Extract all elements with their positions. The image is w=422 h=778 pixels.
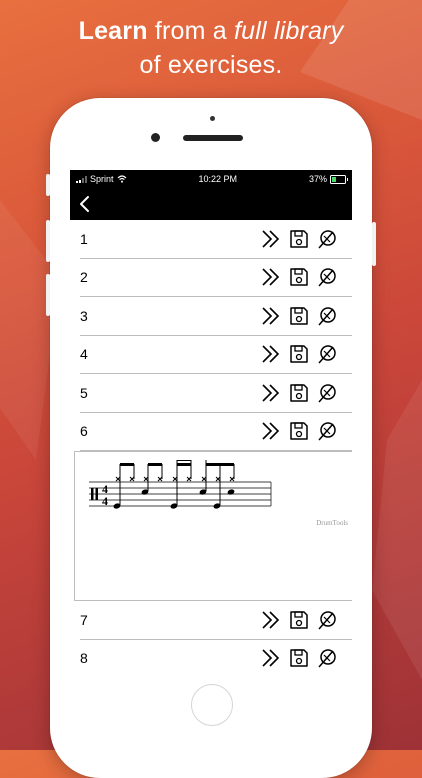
headline-emphasis: full library (234, 17, 344, 45)
headline-line2: of exercises. (139, 51, 283, 79)
exercise-row-2[interactable]: 2 (80, 259, 352, 297)
exercise-number: 8 (80, 650, 88, 667)
metronome-slash-icon[interactable] (316, 420, 338, 442)
save-disk-icon[interactable] (288, 228, 310, 250)
double-chevron-right-icon[interactable] (260, 228, 282, 250)
exercise-row-1[interactable]: 1 (80, 220, 352, 259)
battery-percent: 37% (308, 174, 327, 184)
row-actions (260, 343, 338, 365)
row-actions (260, 228, 338, 250)
notation-credit: DrumTools (316, 519, 348, 527)
front-camera (151, 133, 160, 142)
status-time: 10:22 PM (198, 174, 238, 184)
exercise-number: 3 (80, 307, 88, 324)
save-disk-icon[interactable] (288, 647, 310, 669)
phone-frame: Sprint 10:22 PM 37% 1 2 3 4 5 6 4 4 Drum… (46, 98, 376, 778)
save-disk-icon[interactable] (288, 609, 310, 631)
exercise-number: 6 (80, 423, 88, 440)
double-chevron-right-icon[interactable] (260, 420, 282, 442)
status-left: Sprint (76, 174, 127, 184)
double-chevron-right-icon[interactable] (260, 647, 282, 669)
home-button[interactable] (191, 684, 233, 726)
status-right: 37% (308, 174, 348, 184)
metronome-slash-icon[interactable] (316, 228, 338, 250)
metronome-slash-icon[interactable] (316, 305, 338, 327)
time-signature-bottom: 4 (102, 494, 108, 508)
exercise-row-3[interactable]: 3 (80, 297, 352, 336)
metronome-slash-icon[interactable] (316, 609, 338, 631)
save-disk-icon[interactable] (288, 382, 310, 404)
row-actions (260, 609, 338, 631)
row-actions (260, 266, 338, 288)
headline-part1: from a (147, 17, 235, 45)
exercise-row-7[interactable]: 7 (80, 601, 352, 640)
double-chevron-right-icon[interactable] (260, 343, 282, 365)
double-chevron-right-icon[interactable] (260, 305, 282, 327)
volume-down-button (46, 274, 50, 316)
exercise-number: 5 (80, 384, 88, 401)
exercise-list: 1 2 3 4 5 6 4 4 DrumTools 7 8 (70, 220, 352, 674)
save-disk-icon[interactable] (288, 343, 310, 365)
double-chevron-right-icon[interactable] (260, 266, 282, 288)
save-disk-icon[interactable] (288, 305, 310, 327)
exercise-row-5[interactable]: 5 (80, 374, 352, 413)
app-screen: Sprint 10:22 PM 37% 1 2 3 4 5 6 4 4 Drum… (70, 170, 352, 674)
earpiece-speaker (183, 135, 243, 141)
mute-switch (46, 174, 50, 196)
row-actions (260, 420, 338, 442)
exercise-number: 7 (80, 611, 88, 628)
metronome-slash-icon[interactable] (316, 343, 338, 365)
proximity-sensor (210, 116, 215, 121)
row-actions (260, 647, 338, 669)
headline-learn: Learn (78, 17, 148, 45)
notation-staff: 4 4 (89, 460, 272, 509)
exercise-number: 4 (80, 346, 88, 363)
chevron-left-icon[interactable] (76, 194, 96, 214)
drum-notation: 4 4 DrumTools (74, 451, 352, 601)
save-disk-icon[interactable] (288, 420, 310, 442)
exercise-row-8[interactable]: 8 (80, 640, 352, 675)
exercise-number: 2 (80, 269, 88, 286)
exercise-number: 1 (80, 230, 88, 247)
volume-up-button (46, 220, 50, 262)
headline: Learn from a full library of exercises. (0, 14, 422, 82)
exercise-row-4[interactable]: 4 (80, 336, 352, 374)
wifi-icon (117, 175, 126, 183)
double-chevron-right-icon[interactable] (260, 382, 282, 404)
status-bar: Sprint 10:22 PM 37% (70, 170, 352, 188)
power-button (372, 222, 376, 266)
battery-fill (332, 176, 337, 182)
metronome-slash-icon[interactable] (316, 647, 338, 669)
battery-icon (330, 174, 348, 184)
background-facet (372, 380, 422, 680)
row-actions (260, 305, 338, 327)
double-chevron-right-icon[interactable] (260, 609, 282, 631)
nav-bar (70, 188, 352, 220)
signal-bars-icon (76, 175, 87, 183)
row-actions (260, 382, 338, 404)
save-disk-icon[interactable] (288, 266, 310, 288)
exercise-row-6[interactable]: 6 (80, 413, 352, 451)
metronome-slash-icon[interactable] (316, 266, 338, 288)
metronome-slash-icon[interactable] (316, 382, 338, 404)
carrier-name: Sprint (90, 174, 114, 184)
